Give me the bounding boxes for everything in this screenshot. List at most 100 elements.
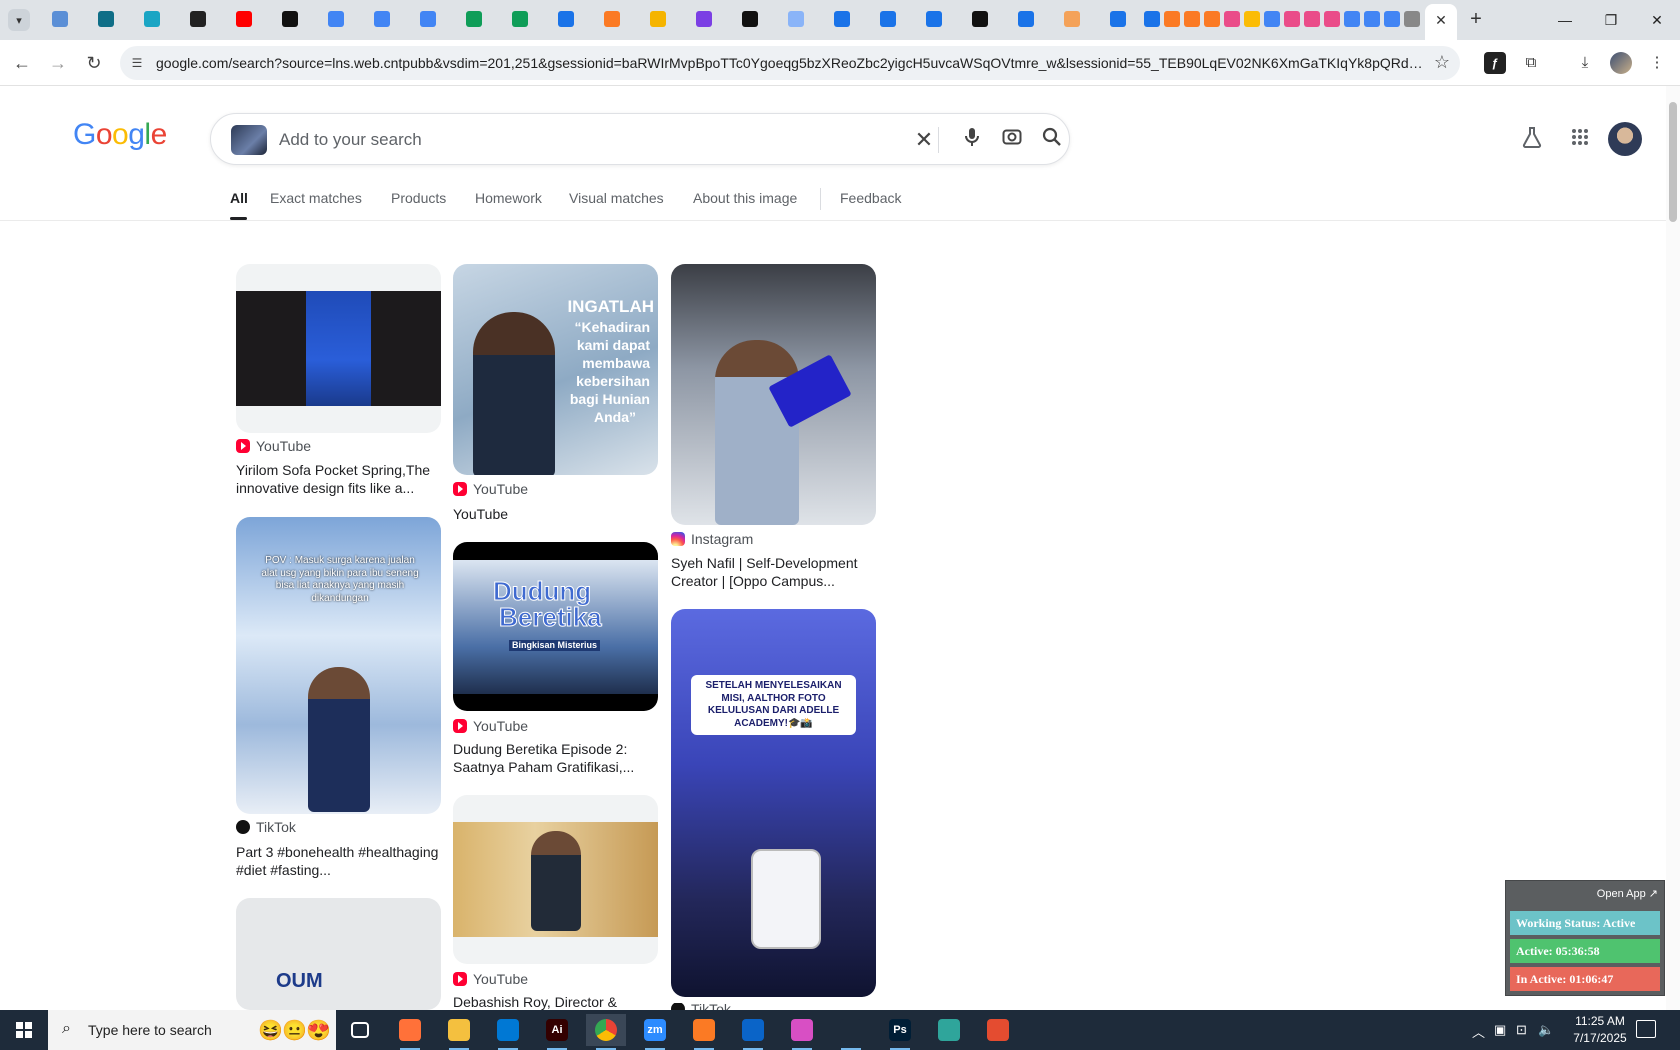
taskbar-app-firefox[interactable]	[390, 1014, 430, 1050]
result-source[interactable]: YouTube	[236, 438, 311, 454]
new-tab-button[interactable]: +	[1464, 8, 1488, 32]
dribbble-icon[interactable]	[1284, 11, 1300, 27]
page-scrollbar-thumb[interactable]	[1669, 102, 1677, 222]
docs-icon[interactable]	[328, 11, 344, 27]
taskbar-app-outlook[interactable]	[733, 1014, 773, 1050]
close-tab-icon[interactable]: ✕	[1431, 10, 1451, 30]
tab-visual-matches[interactable]: Visual matches	[569, 190, 664, 206]
extensions-puzzle-icon[interactable]: ⧉	[1520, 52, 1542, 74]
xampp-icon[interactable]	[1204, 11, 1220, 27]
volume-icon[interactable]: 🔈	[1538, 1022, 1554, 1038]
search-labs-flask-icon[interactable]	[1518, 126, 1546, 154]
url-text[interactable]: google.com/search?source=lns.web.cntpubb…	[156, 55, 1426, 71]
restore-button[interactable]: ❐	[1588, 6, 1634, 34]
back-arrow-icon[interactable]: ←	[10, 51, 34, 75]
result-thumbnail[interactable]: SETELAH MENYELESAIKAN MISI, AALTHOR FOTO…	[671, 609, 876, 997]
result-thumbnail[interactable]: INGATLAH “Kehadiran kami dapat membawa k…	[453, 264, 658, 475]
bookmark-star-icon[interactable]: ☆	[1434, 52, 1450, 73]
result-title[interactable]: Syeh Nafil | Self-Development Creator | …	[671, 554, 876, 590]
kebab-menu-icon[interactable]: ⋮	[1646, 52, 1668, 74]
open-app-link[interactable]: Open App ↗	[1597, 887, 1658, 900]
bolt-icon[interactable]	[282, 11, 298, 27]
swirl-icon[interactable]	[1064, 11, 1080, 27]
taskbar-app-diamond[interactable]	[929, 1014, 969, 1046]
result-thumbnail[interactable]	[671, 264, 876, 525]
result-thumbnail[interactable]: OUM	[236, 898, 441, 1010]
result-thumbnail[interactable]: Dudung Beretika Bingkisan Misterius	[453, 542, 658, 711]
result-title[interactable]: Part 3 #bonehealth #healthaging #diet #f…	[236, 843, 441, 879]
tray-device-icon[interactable]: ▣	[1494, 1022, 1506, 1038]
taskbar-app-photos[interactable]	[782, 1014, 822, 1050]
result-thumbnail[interactable]	[236, 264, 441, 433]
result-source[interactable]: YouTube	[453, 971, 528, 987]
bird-icon[interactable]	[650, 11, 666, 27]
page-scrollbar[interactable]	[1666, 86, 1680, 1010]
forms-icon[interactable]	[880, 11, 896, 27]
dribbble-icon[interactable]	[1304, 11, 1320, 27]
result-source[interactable]: Instagram	[671, 531, 753, 547]
tab-homework[interactable]: Homework	[475, 190, 542, 206]
lens-camera-icon[interactable]	[999, 127, 1025, 153]
notification-center-icon[interactable]	[1636, 1020, 1656, 1038]
result-title[interactable]: Yirilom Sofa Pocket Spring,The innovativ…	[236, 461, 441, 497]
google-icon[interactable]	[1384, 11, 1400, 27]
forms-icon[interactable]	[1144, 11, 1160, 27]
extension-icon[interactable]: ƒ	[1484, 52, 1506, 74]
start-button[interactable]	[0, 1010, 48, 1050]
xampp-icon[interactable]	[604, 11, 620, 27]
taskbar-app-illustrator[interactable]: Ai	[537, 1014, 577, 1050]
search-icon[interactable]	[1039, 127, 1065, 153]
taskbar-app-file-explorer[interactable]	[439, 1014, 479, 1050]
xampp-icon[interactable]	[1164, 11, 1180, 27]
voice-search-mic-icon[interactable]	[959, 127, 985, 153]
chrome-icon[interactable]	[1244, 11, 1260, 27]
forms-icon[interactable]	[834, 11, 850, 27]
clear-search-icon[interactable]: ✕	[911, 127, 937, 153]
profile-avatar[interactable]	[1610, 52, 1632, 74]
dribbble-icon[interactable]	[1324, 11, 1340, 27]
query-image-thumbnail[interactable]	[231, 125, 267, 155]
forms-icon[interactable]	[1018, 11, 1034, 27]
hg-icon[interactable]	[558, 11, 574, 27]
docs-icon[interactable]	[374, 11, 390, 27]
google-apps-grid-icon[interactable]	[1566, 126, 1594, 154]
result-title[interactable]: Dudung Beretika Episode 2: Saatnya Paham…	[453, 740, 658, 776]
minimize-button[interactable]: —	[1542, 6, 1588, 34]
a-icon[interactable]	[742, 11, 758, 27]
site-info-icon[interactable]: ☰	[128, 54, 146, 72]
tab-feedback[interactable]: Feedback	[840, 190, 901, 206]
taskbar-app-photoshop[interactable]: Ps	[880, 1014, 920, 1050]
result-title[interactable]: YouTube	[453, 505, 658, 523]
globe-icon[interactable]	[1404, 11, 1420, 27]
tab-search-menu-button[interactable]: ▾	[8, 9, 30, 31]
forward-arrow-icon[interactable]: →	[46, 51, 70, 75]
reload-icon[interactable]: ↻	[82, 51, 106, 75]
account-avatar[interactable]	[1608, 122, 1642, 156]
result-source[interactable]: YouTube	[453, 481, 528, 497]
m-icon[interactable]	[972, 11, 988, 27]
search-input[interactable]	[279, 128, 879, 152]
network-icon[interactable]: ⊡	[1516, 1022, 1527, 1038]
taskbar-clock[interactable]: 11:25 AM 7/17/2025	[1560, 1013, 1640, 1047]
google-icon[interactable]	[1364, 11, 1380, 27]
docs-icon[interactable]	[420, 11, 436, 27]
taskbar-app-chrome[interactable]	[586, 1014, 626, 1050]
code-icon[interactable]	[696, 11, 712, 27]
result-source[interactable]: YouTube	[453, 718, 528, 734]
google-icon[interactable]	[1344, 11, 1360, 27]
openai-icon[interactable]	[190, 11, 206, 27]
tray-chevron-icon[interactable]: ︿	[1472, 1022, 1485, 1041]
download-icon[interactable]: ⤓	[1574, 52, 1596, 74]
taskbar-app-vscode[interactable]	[488, 1014, 528, 1050]
taskbar-app-zoom[interactable]: zm	[635, 1014, 675, 1050]
result-thumbnail[interactable]: POV : Masuk surga karena jualan alat usg…	[236, 517, 441, 814]
tab-about-this-image[interactable]: About this image	[693, 190, 797, 206]
dribbble-icon[interactable]	[1224, 11, 1240, 27]
youtube-icon[interactable]	[236, 11, 252, 27]
google-logo[interactable]: Google	[73, 118, 167, 152]
sheets-icon[interactable]	[512, 11, 528, 27]
taskbar-search-box[interactable]: ⌕ Type here to search 😆 😐 😍	[48, 1010, 336, 1050]
taskbar-app-pen[interactable]	[831, 1014, 871, 1050]
google-icon[interactable]	[1264, 11, 1280, 27]
taskbar-app-git[interactable]	[978, 1014, 1018, 1046]
